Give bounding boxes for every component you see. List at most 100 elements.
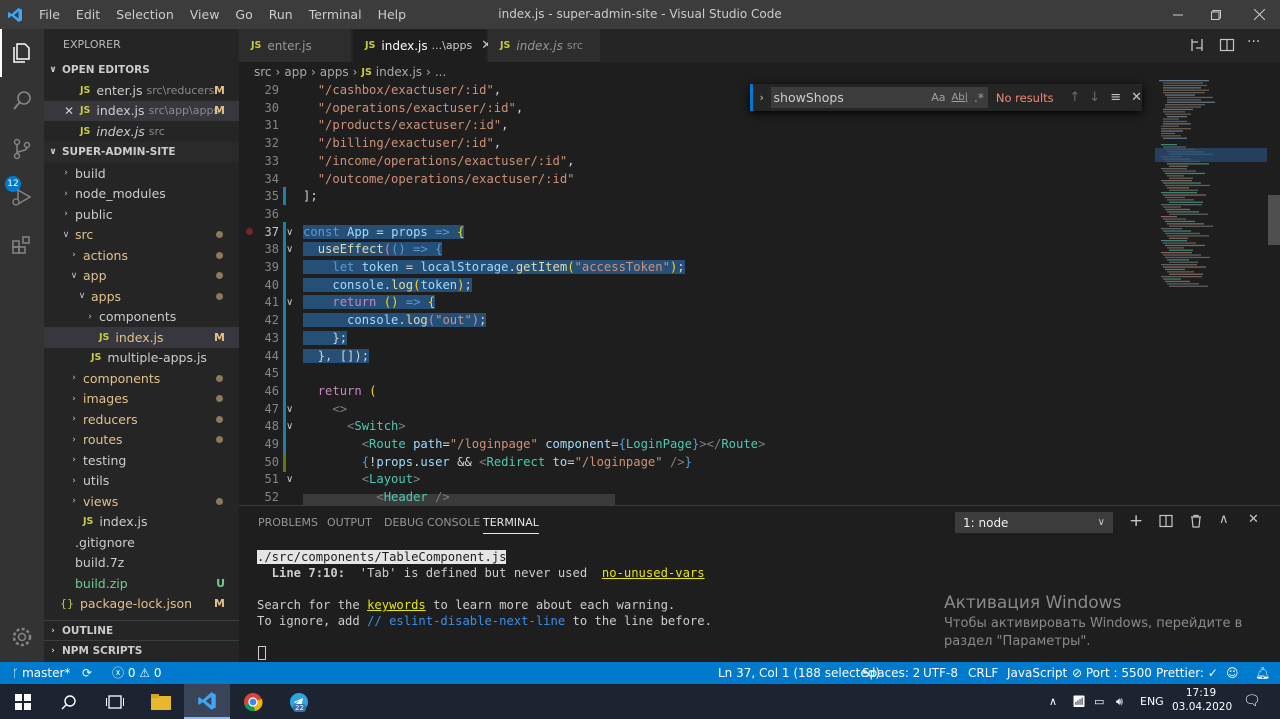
tree-item[interactable]: › node_modules [44, 184, 239, 205]
wifi-icon[interactable]: 📶︎ [1072, 684, 1086, 719]
open-editor-item[interactable]: JS index.js src [44, 121, 239, 142]
windows-start-icon[interactable] [0, 684, 46, 719]
menu-edit[interactable]: Edit [68, 0, 108, 29]
trash-icon[interactable] [1189, 514, 1203, 531]
tree-item[interactable]: › reducers [44, 409, 239, 430]
tree-item[interactable]: ∨ apps [44, 286, 239, 307]
tree-item[interactable]: JS index.js [44, 512, 239, 533]
source-control-icon[interactable] [0, 125, 44, 173]
fold-chevron-icon[interactable]: ∨ [286, 471, 300, 489]
tab-terminal[interactable]: TERMINAL [483, 516, 539, 534]
close-find-icon[interactable]: ✕ [1131, 90, 1142, 105]
tree-item[interactable]: build.zip U [44, 573, 239, 594]
code-editor[interactable]: 29 30 31 32 33 34 35 36 37 38 39 40 41 42 43 44 45 46 47 48… [239, 82, 1280, 505]
eol-status[interactable]: CRLF [968, 662, 998, 684]
action-center-icon[interactable]: 🗨︎ [1243, 684, 1261, 719]
taskbar-search-icon[interactable] [46, 684, 92, 719]
whole-word-icon[interactable]: Ab| [951, 92, 968, 103]
toggle-replace-icon[interactable]: › [753, 91, 771, 104]
tree-item[interactable]: › public [44, 204, 239, 225]
tab-index-js-apps[interactable]: JS index.js ...\apps ✕ [353, 29, 492, 62]
tree-item[interactable]: › utils [44, 471, 239, 492]
encoding-status[interactable]: UTF-8 [923, 662, 958, 684]
tree-item[interactable]: JS index.js M [44, 327, 239, 348]
file-explorer-icon[interactable] [138, 684, 184, 719]
tree-item[interactable]: › views [44, 491, 239, 512]
close-panel-icon[interactable]: ✕ [1248, 512, 1259, 527]
fold-chevron-icon[interactable]: ∨ [286, 241, 300, 259]
tray-arrow-icon[interactable]: ∧ [1049, 684, 1057, 719]
notifications-icon[interactable]: 🔔︎ [1255, 662, 1270, 684]
more-actions-icon[interactable]: ··· [1247, 34, 1260, 50]
breadcrumb-symbol[interactable]: ... [435, 65, 446, 79]
breadcrumb-file[interactable]: index.js [376, 65, 422, 79]
menu-go[interactable]: Go [227, 0, 260, 29]
project-header[interactable]: ∨ SUPER-ADMIN-SITE [44, 142, 239, 162]
vertical-scrollbar[interactable] [1267, 80, 1280, 505]
maximize-panel-icon[interactable]: ∧ [1219, 512, 1229, 527]
extensions-icon[interactable] [0, 221, 44, 269]
language-status[interactable]: JavaScript [1007, 662, 1067, 684]
task-view-icon[interactable] [92, 684, 138, 719]
vscode-taskbar-icon[interactable] [184, 684, 230, 719]
maximize-icon[interactable] [1197, 0, 1235, 29]
menu-terminal[interactable]: Terminal [301, 0, 370, 29]
menu-help[interactable]: Help [370, 0, 415, 29]
find-input[interactable]: showShops Aa Ab| .* [770, 87, 988, 108]
tree-item[interactable]: › testing [44, 450, 239, 471]
tab-enter-js[interactable]: JS enter.js [239, 29, 352, 62]
language-indicator[interactable]: ENG [1140, 684, 1164, 719]
fold-chevron-icon[interactable]: ∨ [286, 224, 300, 242]
breadcrumb-src[interactable]: src [254, 65, 272, 79]
search-icon[interactable] [0, 77, 44, 125]
tree-item[interactable]: {} package-lock.json M [44, 594, 239, 615]
npm-scripts-header[interactable]: › NPM SCRIPTS [44, 640, 239, 660]
tree-item[interactable]: JS multiple-apps.js [44, 348, 239, 369]
menu-file[interactable]: File [31, 0, 68, 29]
settings-gear-icon[interactable] [0, 613, 44, 661]
clock[interactable]: 17:19 03.04.2020 [1172, 684, 1232, 713]
open-editors-header[interactable]: ∨ OPEN EDITORS [44, 60, 239, 80]
explorer-icon[interactable] [0, 29, 44, 77]
menu-selection[interactable]: Selection [108, 0, 182, 29]
branch-status[interactable]: ᚴ master* [12, 662, 70, 684]
tab-index-js-src[interactable]: JS index.js src [488, 29, 601, 62]
open-changes-icon[interactable] [1189, 37, 1205, 56]
menu-view[interactable]: View [182, 0, 228, 29]
tree-item[interactable]: ∨ src [44, 225, 239, 246]
tree-item[interactable]: build.7z [44, 553, 239, 574]
tree-item[interactable]: › images [44, 389, 239, 410]
tree-item[interactable]: › build [44, 163, 239, 184]
next-match-icon[interactable]: ↓ [1089, 90, 1100, 105]
tab-problems[interactable]: PROBLEMS [258, 516, 318, 529]
feedback-icon[interactable]: ☺ [1226, 662, 1239, 684]
minimize-icon[interactable] [1159, 0, 1197, 29]
tree-item[interactable]: › components [44, 368, 239, 389]
prettier-status[interactable]: Prettier: ✓ [1156, 662, 1218, 684]
open-editor-item[interactable]: JS enter.js src\reducers M [44, 80, 239, 101]
new-terminal-icon[interactable]: + [1129, 511, 1143, 531]
close-window-icon[interactable] [1240, 0, 1278, 29]
fold-chevron-icon[interactable]: ∨ [286, 418, 300, 436]
network-icon[interactable]: ▭ [1094, 684, 1104, 719]
split-editor-icon[interactable] [1219, 37, 1235, 56]
open-editor-item[interactable]: ✕ JS index.js src\app\apps M [44, 100, 239, 122]
chrome-icon[interactable] [230, 684, 276, 719]
breadcrumb-app[interactable]: app [284, 65, 307, 79]
telegram-icon[interactable] [276, 684, 322, 719]
problems-status[interactable]: ⓧ 0 ⚠ 0 [112, 662, 162, 684]
previous-match-icon[interactable]: ↑ [1069, 90, 1080, 105]
find-in-selection-icon[interactable]: ≡ [1110, 90, 1121, 105]
fold-chevron-icon[interactable]: ∨ [286, 401, 300, 419]
live-server-status[interactable]: ⊘ Port : 5500 [1072, 662, 1152, 684]
tree-item[interactable]: ∨ app [44, 266, 239, 287]
breakpoint-marker[interactable] [246, 228, 253, 235]
tree-item[interactable]: › components [44, 307, 239, 328]
regex-icon[interactable]: .* [974, 91, 984, 105]
run-debug-icon[interactable] [0, 173, 44, 221]
volume-icon[interactable]: 🔊︎ [1116, 684, 1123, 719]
tree-item[interactable]: › actions [44, 245, 239, 266]
terminal-select[interactable]: 1: node ∨ [955, 512, 1113, 533]
close-editor-icon[interactable]: ✕ [64, 104, 74, 118]
tree-item[interactable]: .gitignore [44, 532, 239, 553]
